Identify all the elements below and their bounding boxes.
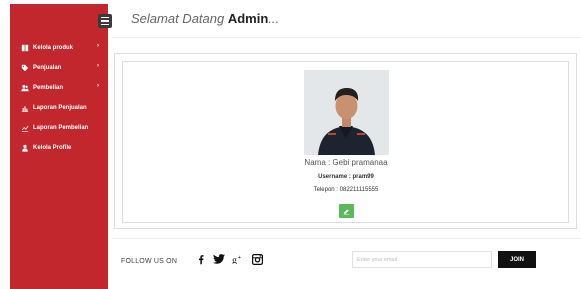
users-icon: [20, 84, 29, 93]
header-divider: [112, 37, 581, 38]
greeting-text: Selamat Datang: [131, 11, 228, 26]
menu-icon[interactable]: [98, 14, 112, 28]
join-button[interactable]: JOIN: [498, 251, 536, 268]
sidebar-item-pembelian[interactable]: Pembelian ›: [10, 78, 108, 98]
edit-icon: [343, 208, 350, 215]
twitter-icon[interactable]: [212, 251, 226, 267]
profile-username: Username : pram99: [318, 174, 374, 180]
user-icon: [20, 144, 29, 153]
sidebar-menu: Kelola produk › Penjualan › Pembelian › …: [10, 38, 108, 158]
follow-us-label: FOLLOW US ON: [121, 258, 178, 265]
greeting-suffix: ...: [268, 11, 280, 26]
sidebar-item-label: Laporan Penjualan: [33, 105, 87, 111]
edit-profile-button[interactable]: [339, 204, 354, 218]
profile-phone: Telepon : 082211115555: [313, 187, 379, 193]
sidebar-item-label: Kelola produk: [33, 45, 74, 51]
footer-divider: [112, 238, 581, 239]
profile-photo: [304, 70, 389, 155]
bar-chart-icon: [20, 104, 29, 113]
sidebar-item-penjualan[interactable]: Penjualan ›: [10, 58, 108, 78]
book-icon: [20, 44, 29, 53]
sidebar-item-label: Pembelian: [33, 85, 64, 91]
line-chart-icon: [20, 124, 29, 133]
admin-name: Admin: [227, 11, 269, 26]
instagram-icon[interactable]: [251, 251, 263, 267]
profile-name: Nama : Gebi pramanaa: [304, 158, 388, 167]
sidebar-item-kelola-profile[interactable]: Kelola Profile: [10, 138, 108, 158]
sidebar-item-label: Laporan Pembelian: [33, 125, 89, 131]
chevron-right-icon: ›: [97, 43, 99, 49]
google-plus-icon[interactable]: g +: [231, 251, 245, 267]
chevron-right-icon: ›: [97, 83, 99, 89]
facebook-icon[interactable]: [196, 251, 206, 267]
email-input[interactable]: [352, 251, 492, 268]
svg-text:+: +: [237, 255, 241, 261]
sidebar-item-label: Kelola Profile: [33, 145, 72, 151]
chevron-right-icon: ›: [97, 63, 99, 69]
page-title: Selamat Datang Admin...: [131, 11, 279, 26]
svg-text:g: g: [232, 255, 237, 264]
sidebar-item-kelola-produk[interactable]: Kelola produk ›: [10, 38, 108, 58]
tag-icon: [20, 64, 29, 73]
sidebar-item-label: Penjualan: [33, 65, 62, 71]
sidebar-item-laporan-penjualan[interactable]: Laporan Penjualan: [10, 98, 108, 118]
sidebar: Kelola produk › Penjualan › Pembelian › …: [10, 4, 112, 289]
sidebar-item-laporan-pembelian[interactable]: Laporan Pembelian: [10, 118, 108, 138]
